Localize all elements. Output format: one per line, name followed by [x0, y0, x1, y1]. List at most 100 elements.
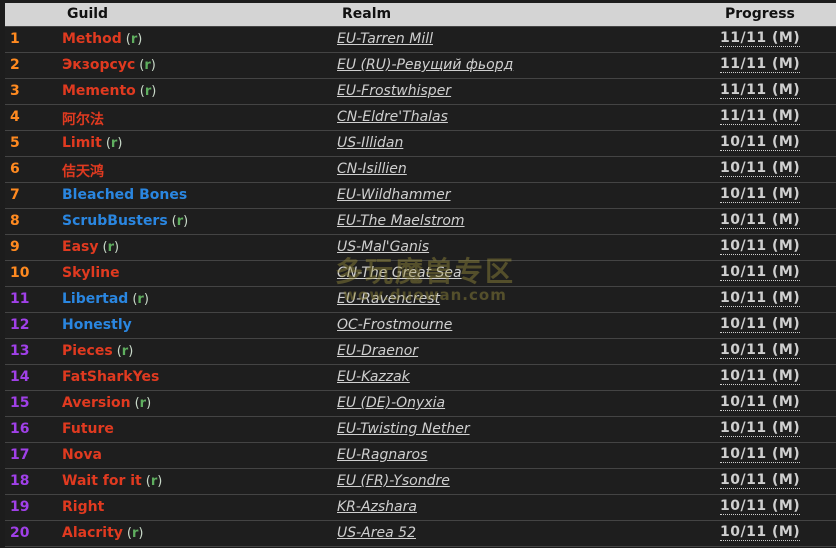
rank: 12: [10, 317, 30, 333]
progress-value[interactable]: 11/11 (M): [720, 57, 801, 73]
realm-link[interactable]: KR-Azshara: [337, 499, 417, 515]
realm-link[interactable]: US-Area 52: [337, 525, 416, 541]
realm-link[interactable]: CN-Isillien: [337, 161, 407, 177]
recruiting-badge[interactable]: (r): [126, 32, 143, 47]
progress-value[interactable]: 10/11 (M): [720, 525, 801, 541]
rank: 7: [10, 187, 20, 203]
recruiting-badge[interactable]: (r): [172, 214, 189, 229]
recruiting-badge[interactable]: (r): [102, 240, 119, 255]
realm-link[interactable]: EU-Kazzak: [337, 369, 410, 385]
table-header: Guild Realm Progress: [5, 3, 836, 26]
realm-link[interactable]: EU-Frostwhisper: [337, 83, 451, 99]
guild-name-link[interactable]: Aversion: [62, 395, 131, 411]
realm-link[interactable]: US-Mal'Ganis: [337, 239, 429, 255]
rank: 11: [10, 291, 30, 307]
header-guild[interactable]: Guild: [67, 6, 108, 22]
realm-link[interactable]: EU-Tarren Mill: [337, 31, 433, 47]
guild-name-link[interactable]: Easy: [62, 239, 98, 255]
realm-link[interactable]: OC-Frostmourne: [337, 317, 452, 333]
progress-value[interactable]: 10/11 (M): [720, 499, 801, 515]
guild-name-link[interactable]: Bleached Bones: [62, 187, 187, 203]
progress-value[interactable]: 10/11 (M): [720, 135, 801, 151]
rank: 18: [10, 473, 30, 489]
recruiting-label: r: [139, 396, 147, 411]
header-progress[interactable]: Progress: [725, 6, 795, 22]
progress-value[interactable]: 10/11 (M): [720, 473, 801, 489]
realm-link[interactable]: CN-Eldre'Thalas: [337, 109, 448, 125]
guild-name-link[interactable]: FatSharkYes: [62, 369, 159, 385]
realm-link[interactable]: EU (RU)-Ревущий фьорд: [337, 57, 513, 73]
guild-cell: Alacrity (r): [62, 525, 143, 541]
progress-value[interactable]: 10/11 (M): [720, 317, 801, 333]
progress-value[interactable]: 10/11 (M): [720, 161, 801, 177]
guild-name-link[interactable]: Экзорсус: [62, 57, 135, 73]
guild-name-link[interactable]: 佶天鸿: [62, 164, 104, 180]
realm-link[interactable]: CN-The Great Sea: [337, 265, 462, 281]
header-realm[interactable]: Realm: [342, 6, 391, 22]
realm-link[interactable]: EU-Ravencrest: [337, 291, 440, 307]
recruiting-label: r: [121, 344, 129, 359]
rank: 3: [10, 83, 20, 99]
realm-link[interactable]: EU-Twisting Nether: [337, 421, 470, 437]
guild-cell: Skyline: [62, 265, 120, 281]
realm-link[interactable]: EU-Draenor: [337, 343, 418, 359]
realm-link[interactable]: EU-The Maelstrom: [337, 213, 465, 229]
realm-link[interactable]: US-Illidan: [337, 135, 403, 151]
guild-name-link[interactable]: Future: [62, 421, 114, 437]
progress-value[interactable]: 11/11 (M): [720, 109, 801, 125]
recruiting-badge[interactable]: (r): [106, 136, 123, 151]
guild-name-link[interactable]: Right: [62, 499, 104, 515]
progress-value[interactable]: 10/11 (M): [720, 187, 801, 203]
progress-value[interactable]: 10/11 (M): [720, 213, 801, 229]
progress-value[interactable]: 10/11 (M): [720, 395, 801, 411]
recruiting-badge[interactable]: (r): [132, 292, 149, 307]
guild-name-link[interactable]: Pieces: [62, 343, 113, 359]
realm-link[interactable]: EU-Ragnaros: [337, 447, 427, 463]
progress-value[interactable]: 10/11 (M): [720, 421, 801, 437]
realm-link[interactable]: EU (FR)-Ysondre: [337, 473, 450, 489]
guild-cell: Right: [62, 499, 104, 515]
guild-name-link[interactable]: Memento: [62, 83, 136, 99]
recruiting-badge[interactable]: (r): [117, 344, 134, 359]
guild-cell: 佶天鸿: [62, 161, 104, 181]
recruiting-badge[interactable]: (r): [127, 526, 144, 541]
guild-cell: Wait for it (r): [62, 473, 162, 489]
guild-cell: Экзорсус (r): [62, 57, 156, 73]
progress-value[interactable]: 11/11 (M): [720, 83, 801, 99]
progress-value[interactable]: 10/11 (M): [720, 291, 801, 307]
progress-value[interactable]: 10/11 (M): [720, 369, 801, 385]
recruiting-badge[interactable]: (r): [139, 58, 156, 73]
guild-name-link[interactable]: Method: [62, 31, 122, 47]
guild-cell: Bleached Bones: [62, 187, 187, 203]
recruiting-label: r: [110, 136, 118, 151]
realm-link[interactable]: EU (DE)-Onyxia: [337, 395, 445, 411]
guild-name-link[interactable]: Libertad: [62, 291, 128, 307]
guild-name-link[interactable]: Skyline: [62, 265, 120, 281]
rank: 9: [10, 239, 20, 255]
guild-name-link[interactable]: Nova: [62, 447, 102, 463]
recruiting-badge[interactable]: (r): [146, 474, 163, 489]
progress-value[interactable]: 10/11 (M): [720, 343, 801, 359]
guild-name-link[interactable]: Limit: [62, 135, 102, 151]
guild-name-link[interactable]: ScrubBusters: [62, 213, 168, 229]
rank: 8: [10, 213, 20, 229]
table-row: 10 Skyline CN-The Great Sea 10/11 (M): [5, 261, 836, 287]
table-row: 8 ScrubBusters (r) EU-The Maelstrom 10/11 (M…: [5, 209, 836, 235]
guild-name-link[interactable]: Alacrity: [62, 525, 123, 541]
rank: 13: [10, 343, 30, 359]
recruiting-label: r: [144, 84, 152, 99]
progress-value[interactable]: 11/11 (M): [720, 31, 801, 47]
table-row: 6 佶天鸿 CN-Isillien 10/11 (M): [5, 157, 836, 183]
progress-value[interactable]: 10/11 (M): [720, 447, 801, 463]
table-row: 17 Nova EU-Ragnaros 10/11 (M): [5, 443, 836, 469]
guild-name-link[interactable]: Honestly: [62, 317, 132, 333]
recruiting-badge[interactable]: (r): [140, 84, 157, 99]
guild-name-link[interactable]: 阿尔法: [62, 112, 104, 128]
guild-name-link[interactable]: Wait for it: [62, 473, 142, 489]
table-row: 2 Экзорсус (r) EU (RU)-Ревущий фьорд 11/11 (…: [5, 53, 836, 79]
realm-link[interactable]: EU-Wildhammer: [337, 187, 451, 203]
rank: 5: [10, 135, 20, 151]
progress-value[interactable]: 10/11 (M): [720, 265, 801, 281]
recruiting-badge[interactable]: (r): [135, 396, 152, 411]
progress-value[interactable]: 10/11 (M): [720, 239, 801, 255]
